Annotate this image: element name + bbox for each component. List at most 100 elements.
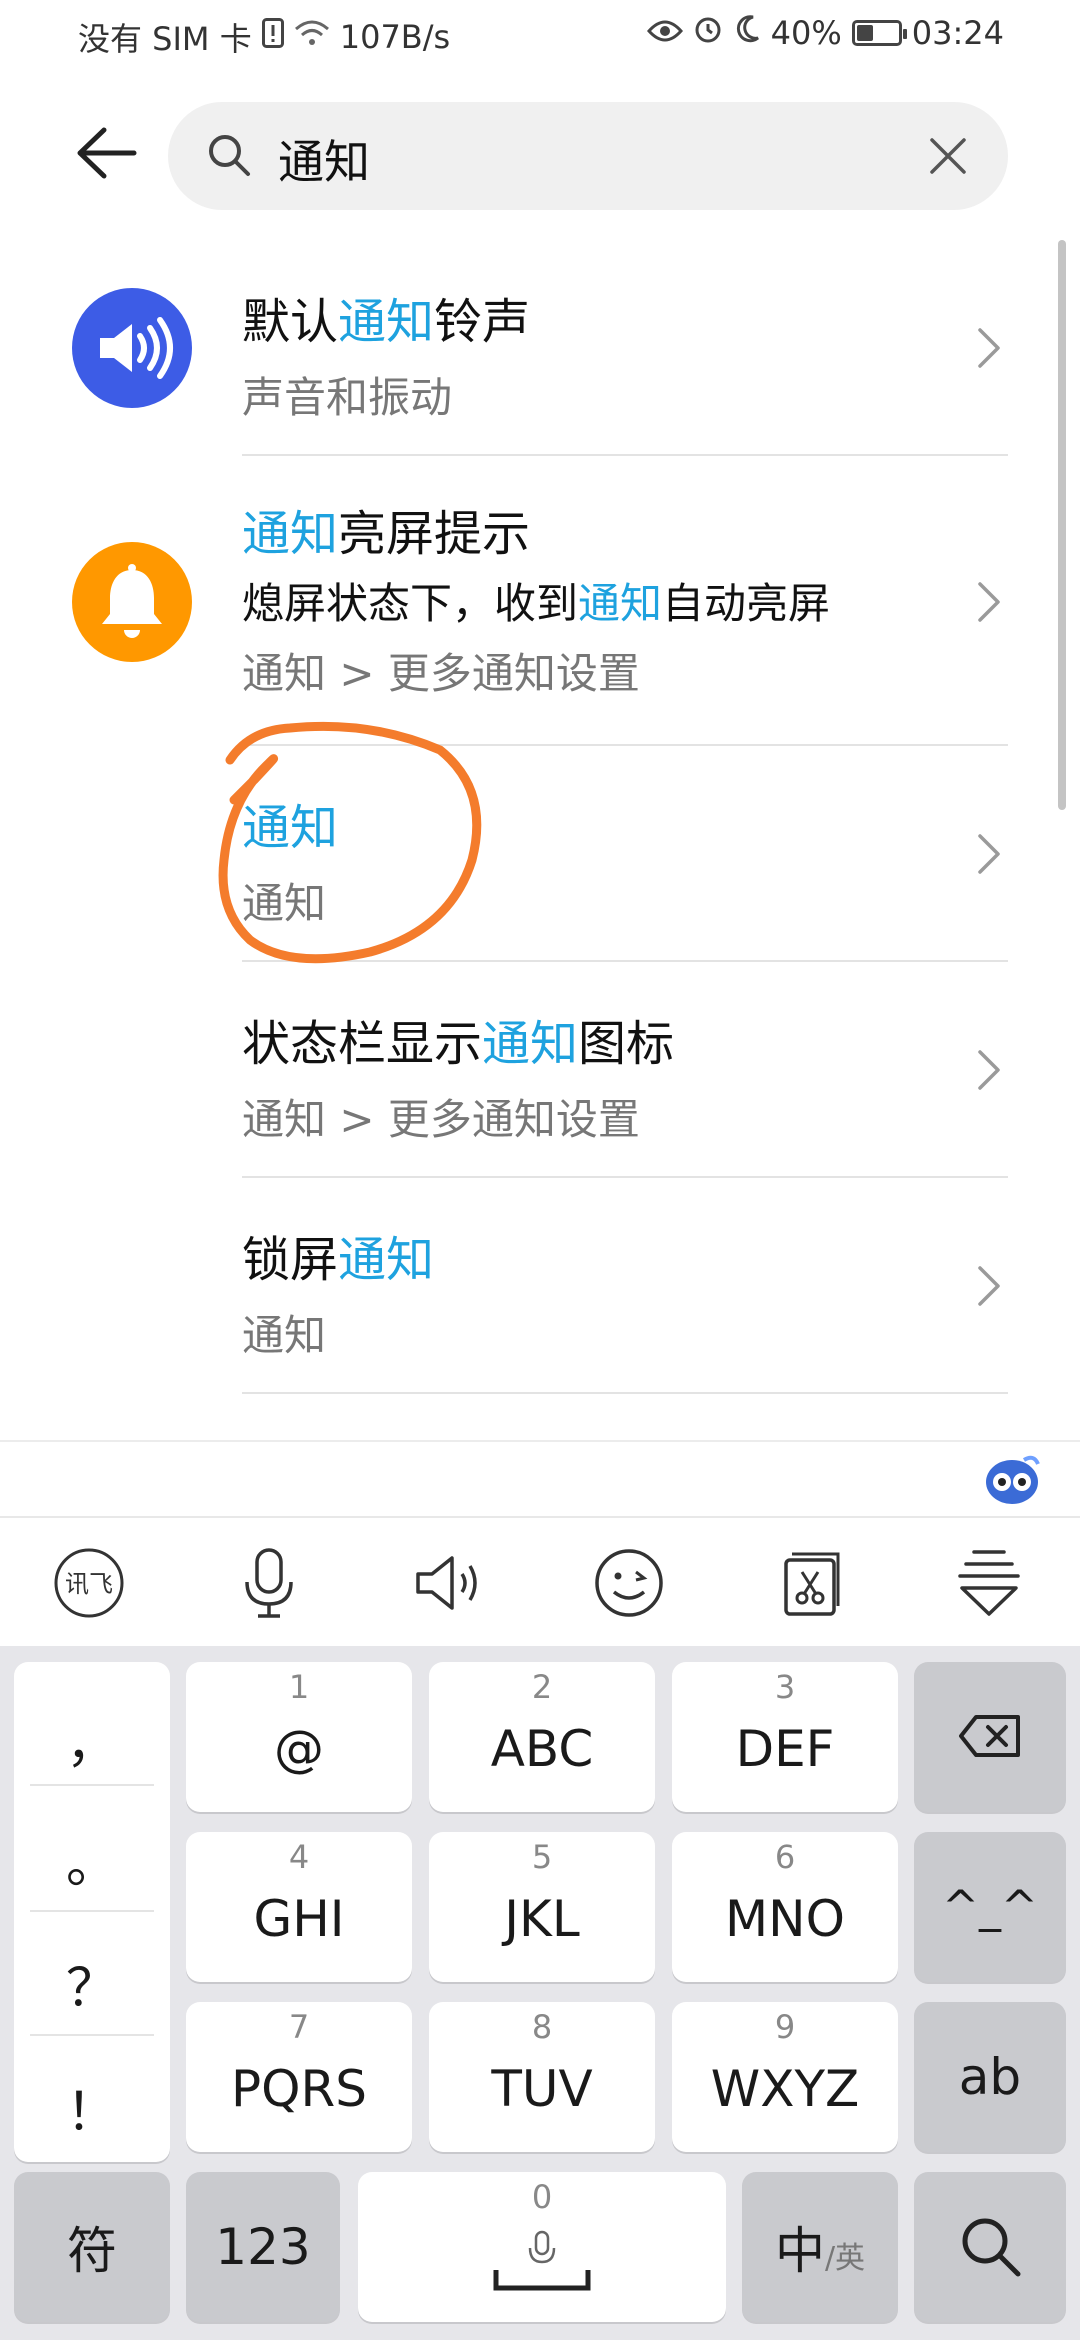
- result-item-statusbar-icons[interactable]: 状态栏显示通知图标 通知 > 更多通知设置: [0, 962, 1080, 1178]
- emoticon-key[interactable]: ^_^: [914, 1832, 1066, 1982]
- backspace-key[interactable]: [914, 1662, 1066, 1812]
- result-subtitle: 熄屏状态下，收到通知自动亮屏: [242, 579, 831, 628]
- symbols-key[interactable]: 符: [14, 2172, 170, 2322]
- key-8[interactable]: 8 TUV: [429, 2002, 655, 2152]
- result-title: 状态栏显示通知图标: [242, 1016, 675, 1072]
- assistant-icon[interactable]: [984, 1454, 1040, 1506]
- moon-icon: [733, 14, 761, 52]
- alarm-icon: [693, 14, 723, 52]
- key-number: 3: [774, 1668, 796, 1706]
- key-question[interactable]: ？: [14, 1946, 170, 2021]
- key-label: ABC: [490, 1720, 594, 1778]
- backspace-icon: [959, 1715, 1020, 1757]
- key-9[interactable]: 9 WXYZ: [672, 2002, 898, 2152]
- wifi-icon: [294, 19, 330, 55]
- result-title: 通知: [242, 800, 339, 856]
- ifly-logo-icon[interactable]: 讯飞: [52, 1546, 126, 1620]
- search-box[interactable]: 通知: [168, 102, 1008, 210]
- status-bar: 没有 SIM 卡 107B/s 40% 03:24: [0, 0, 1080, 72]
- svg-text:讯飞: 讯飞: [65, 1570, 113, 1598]
- numbers-key[interactable]: 123: [186, 2172, 340, 2322]
- key-number: 0: [531, 2178, 553, 2216]
- alert-icon: [261, 18, 284, 56]
- key-number: 9: [774, 2008, 796, 2046]
- space-mic-icon: [493, 2230, 591, 2291]
- search-icon: [962, 2218, 1021, 2277]
- result-subtitle: 通知: [242, 1311, 327, 1360]
- key-number: 4: [288, 1838, 310, 1876]
- key-number: 1: [288, 1668, 310, 1706]
- search-input[interactable]: 通知: [278, 126, 370, 192]
- key-label: GHI: [253, 1890, 345, 1948]
- punctuation-column[interactable]: ， 。 ？ ！: [14, 1662, 170, 2162]
- keyboard-suggestion-bar: [0, 1440, 1080, 1518]
- chevron-right-icon: [978, 1050, 1000, 1090]
- divider: [30, 2034, 154, 2036]
- key-1[interactable]: 1 @: [186, 1662, 412, 1812]
- chevron-right-icon: [978, 834, 1000, 874]
- search-key[interactable]: [914, 2172, 1066, 2322]
- key-label: 符: [67, 2222, 117, 2280]
- search-icon: [204, 130, 254, 180]
- key-label: @: [274, 1720, 324, 1778]
- key-period[interactable]: 。: [14, 1822, 170, 1897]
- t9-keyboard: ， 。 ？ ！ 1 @ 2 ABC 3 DEF 4 GHI 5 JKL 6 MN…: [0, 1646, 1080, 2340]
- key-label: PQRS: [231, 2060, 367, 2118]
- key-number: 6: [774, 1838, 796, 1876]
- key-number: 2: [531, 1668, 553, 1706]
- result-title: 锁屏通知: [242, 1232, 435, 1288]
- battery-percent: 40%: [770, 14, 842, 52]
- key-5[interactable]: 5 JKL: [429, 1832, 655, 1982]
- key-3[interactable]: 3 DEF: [672, 1662, 898, 1812]
- key-2[interactable]: 2 ABC: [429, 1662, 655, 1812]
- key-label: 中/英: [774, 2222, 866, 2280]
- network-speed: 107B/s: [339, 18, 451, 56]
- clipboard-icon[interactable]: [772, 1546, 846, 1620]
- result-item-default-ringtone[interactable]: 默认通知铃声 声音和振动: [0, 240, 1080, 456]
- key-label: ab: [958, 2048, 1022, 2106]
- bell-icon: [72, 542, 192, 662]
- key-comma[interactable]: ，: [14, 1702, 170, 1777]
- key-4[interactable]: 4 GHI: [186, 1832, 412, 1982]
- back-arrow-icon: [77, 127, 137, 179]
- key-label: JKL: [504, 1890, 580, 1948]
- hide-keyboard-icon[interactable]: [952, 1546, 1026, 1620]
- divider: [30, 1910, 154, 1912]
- key-label: WXYZ: [710, 2060, 860, 2118]
- key-7[interactable]: 7 PQRS: [186, 2002, 412, 2152]
- key-label: TUV: [491, 2060, 593, 2118]
- emoji-icon[interactable]: [592, 1546, 666, 1620]
- battery-icon: [851, 20, 907, 46]
- divider: [242, 1392, 1008, 1394]
- microphone-icon[interactable]: [232, 1546, 306, 1620]
- results-list: 默认通知铃声 声音和振动 通知亮屏提示 熄屏状态下，收到通知自动亮屏 通知 > …: [0, 240, 1080, 1394]
- result-path: 通知 > 更多通知设置: [242, 649, 640, 698]
- language-toggle-key[interactable]: 中/英: [742, 2172, 898, 2322]
- key-label: 123: [215, 2218, 311, 2276]
- key-6[interactable]: 6 MNO: [672, 1832, 898, 1982]
- result-item-lockscreen[interactable]: 锁屏通知 通知: [0, 1178, 1080, 1394]
- clear-icon[interactable]: [926, 134, 970, 178]
- clock: 03:24: [911, 14, 1004, 52]
- chevron-right-icon: [978, 582, 1000, 622]
- key-label: ^_^: [942, 1881, 1038, 1933]
- key-exclaim[interactable]: ！: [14, 2070, 170, 2145]
- key-number: 5: [531, 1838, 553, 1876]
- space-key[interactable]: 0: [358, 2172, 726, 2322]
- key-label: DEF: [735, 1720, 835, 1778]
- chevron-right-icon: [978, 328, 1000, 368]
- result-item-wake-screen[interactable]: 通知亮屏提示 熄屏状态下，收到通知自动亮屏 通知 > 更多通知设置: [0, 456, 1080, 746]
- speaker-voice-icon[interactable]: [412, 1546, 486, 1620]
- status-left: 没有 SIM 卡 107B/s: [78, 14, 450, 60]
- result-title: 默认通知铃声: [242, 294, 531, 350]
- back-button[interactable]: [70, 118, 140, 188]
- result-item-notifications[interactable]: 通知 通知: [0, 746, 1080, 962]
- result-subtitle: 通知 > 更多通知设置: [242, 1095, 640, 1144]
- ab-key[interactable]: ab: [914, 2002, 1066, 2152]
- divider: [30, 1784, 154, 1786]
- result-title: 通知亮屏提示: [242, 506, 531, 562]
- result-subtitle: 声音和振动: [242, 373, 453, 422]
- key-number: 7: [288, 2008, 310, 2046]
- eye-icon: [646, 16, 683, 51]
- result-subtitle: 通知: [242, 879, 327, 928]
